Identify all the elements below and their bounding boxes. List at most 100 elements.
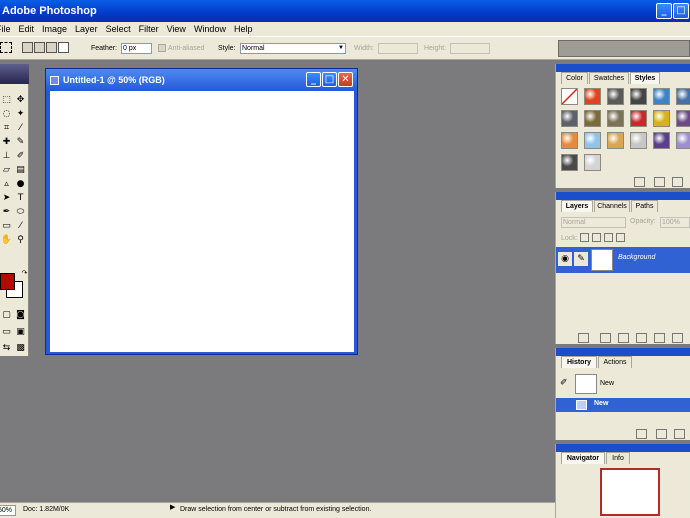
lock-transparency-icon[interactable]	[580, 233, 589, 242]
doc-close-button[interactable]: ✕	[338, 72, 353, 87]
path-selection-icon[interactable]: ➤	[0, 192, 13, 204]
marquee-tool-icon[interactable]: ⬚	[0, 94, 13, 106]
zoom-field[interactable]: 50%	[0, 505, 16, 516]
lock-all-icon[interactable]	[616, 233, 625, 242]
slice-tool-icon[interactable]: ⁄	[14, 122, 27, 134]
history-brush-icon[interactable]: ✐	[14, 150, 27, 162]
delete-state-icon[interactable]	[674, 429, 685, 439]
eyedropper-icon[interactable]: ⁄	[14, 220, 27, 232]
history-snapshot[interactable]: ✐ New	[556, 372, 690, 396]
layer-row[interactable]: ◉ ✎ Background	[556, 247, 690, 273]
tab-layers[interactable]: Layers	[561, 200, 593, 212]
style-swatch[interactable]	[630, 132, 647, 149]
move-tool-icon[interactable]: ✥	[14, 94, 27, 106]
menu-window[interactable]: Window	[190, 22, 230, 36]
style-none-swatch[interactable]	[561, 88, 578, 105]
new-style-icon[interactable]	[654, 177, 665, 187]
style-select[interactable]: Normal ▼	[240, 43, 346, 54]
panel-icon[interactable]	[634, 177, 645, 187]
history-brush-source-icon[interactable]: ✐	[560, 378, 568, 388]
style-swatch[interactable]	[653, 132, 670, 149]
new-set-icon[interactable]	[618, 333, 629, 343]
new-document-from-state-icon[interactable]	[636, 429, 647, 439]
style-swatch[interactable]	[653, 110, 670, 127]
menu-view[interactable]: View	[163, 22, 190, 36]
menu-filter[interactable]: Filter	[135, 22, 163, 36]
magic-wand-icon[interactable]: ✦	[14, 108, 27, 120]
jump-to-imageready-icon[interactable]: ⇆	[0, 342, 13, 354]
add-selection-icon[interactable]	[34, 42, 45, 53]
delete-layer-icon[interactable]	[672, 333, 683, 343]
style-swatch[interactable]	[607, 110, 624, 127]
tab-paths[interactable]: Paths	[631, 200, 658, 212]
brush-tool-icon[interactable]: ✎	[14, 136, 27, 148]
menu-layer[interactable]: Layer	[71, 22, 102, 36]
zoom-tool-icon[interactable]: ⚲	[14, 234, 27, 246]
palette-well[interactable]	[558, 40, 690, 57]
layer-style-icon[interactable]	[578, 333, 589, 343]
intersect-selection-icon[interactable]	[58, 42, 69, 53]
maximize-button[interactable]: □	[673, 3, 689, 19]
swap-colors-icon[interactable]: ↷	[18, 267, 31, 279]
new-snapshot-icon[interactable]	[656, 429, 667, 439]
menu-select[interactable]: Select	[102, 22, 135, 36]
tab-styles[interactable]: Styles	[630, 72, 660, 84]
screen-mode-full-icon[interactable]: ▣	[14, 326, 27, 338]
layer-mask-icon[interactable]	[600, 333, 611, 343]
style-swatch[interactable]	[607, 88, 624, 105]
pen-tool-icon[interactable]: ✒	[0, 206, 13, 218]
lock-position-icon[interactable]	[604, 233, 613, 242]
style-swatch[interactable]	[676, 132, 690, 149]
notes-tool-icon[interactable]: ▭	[0, 220, 13, 232]
eraser-tool-icon[interactable]: ▱	[0, 164, 13, 176]
blend-mode-select[interactable]: Normal	[561, 217, 626, 228]
foreground-color-swatch[interactable]	[0, 273, 15, 290]
visibility-eye-icon[interactable]: ◉	[558, 252, 572, 266]
style-swatch[interactable]	[584, 88, 601, 105]
doc-maximize-button[interactable]: □	[322, 72, 337, 87]
subtract-selection-icon[interactable]	[46, 42, 57, 53]
style-swatch[interactable]	[653, 88, 670, 105]
document-title-bar[interactable]: Untitled-1 @ 50% (RGB) _ □ ✕	[46, 69, 357, 91]
tab-history[interactable]: History	[561, 356, 597, 368]
clone-stamp-icon[interactable]: ⊥	[0, 150, 13, 162]
menu-file[interactable]: File	[0, 22, 15, 36]
doc-minimize-button[interactable]: _	[306, 72, 321, 87]
style-swatch[interactable]	[584, 154, 601, 171]
type-tool-icon[interactable]: T	[14, 192, 27, 204]
opacity-input[interactable]: 100%	[660, 217, 690, 228]
dodge-tool-icon[interactable]: ●	[14, 178, 27, 190]
width-input[interactable]	[378, 43, 418, 54]
antialias-checkbox[interactable]	[158, 44, 166, 52]
history-state[interactable]: New	[556, 398, 690, 412]
style-swatch[interactable]	[561, 110, 578, 127]
style-swatch[interactable]	[630, 110, 647, 127]
style-swatch[interactable]	[584, 132, 601, 149]
feather-input[interactable]: 0 px	[121, 43, 152, 54]
tab-actions[interactable]: Actions	[598, 356, 632, 368]
healing-brush-icon[interactable]: ✚	[0, 136, 13, 148]
adjustment-layer-icon[interactable]	[636, 333, 647, 343]
style-swatch[interactable]	[607, 132, 624, 149]
document-canvas[interactable]	[50, 91, 354, 352]
screen-mode-full-menu-icon[interactable]: ▩	[14, 342, 27, 354]
style-swatch[interactable]	[561, 132, 578, 149]
hand-tool-icon[interactable]: ✋	[0, 234, 13, 246]
delete-style-icon[interactable]	[672, 177, 683, 187]
shape-tool-icon[interactable]: ⬭	[14, 206, 27, 218]
tab-navigator[interactable]: Navigator	[561, 452, 605, 464]
lock-image-icon[interactable]	[592, 233, 601, 242]
style-swatch[interactable]	[584, 110, 601, 127]
tab-info[interactable]: Info	[606, 452, 630, 464]
minimize-button[interactable]: _	[656, 3, 672, 19]
gradient-tool-icon[interactable]: ▤	[14, 164, 27, 176]
menu-help[interactable]: Help	[230, 22, 257, 36]
tab-swatches[interactable]: Swatches	[589, 72, 629, 84]
tab-color[interactable]: Color	[561, 72, 588, 84]
menu-image[interactable]: Image	[38, 22, 71, 36]
height-input[interactable]	[450, 43, 490, 54]
blur-tool-icon[interactable]: ▵	[0, 178, 13, 190]
lasso-tool-icon[interactable]: ◌	[0, 108, 13, 120]
quick-mask-icon[interactable]: ◙	[14, 309, 27, 321]
crop-tool-icon[interactable]: ⌗	[0, 122, 13, 134]
